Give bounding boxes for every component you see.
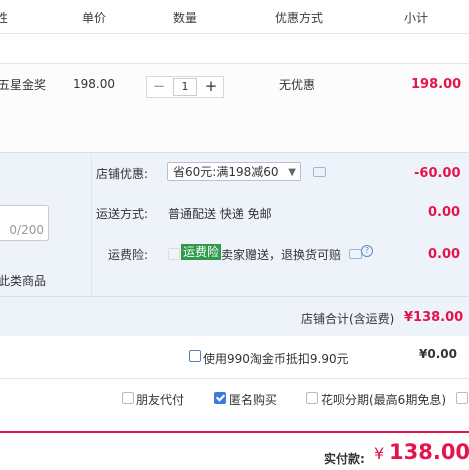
message-counter: 0/200 [9, 223, 44, 237]
header-discount: 优惠方式 [275, 11, 324, 25]
increase-button[interactable]: + [201, 77, 221, 97]
insurance-checkbox [168, 248, 180, 260]
item-subtotal: 198.00 [411, 77, 462, 92]
payment-currency: ¥ [374, 444, 385, 463]
shop-total-value: ¥138.00 [404, 310, 464, 325]
friend-pay-label: 朋友代付 [136, 393, 185, 407]
insurance-text: 卖家赠送，退换货可赔 [221, 248, 342, 262]
anonymous-label: 匿名购买 [229, 393, 278, 407]
table-header: 性 单价 数量 优惠方式 小计 [0, 0, 469, 33]
payment-label: 实付款: [324, 452, 365, 466]
friend-pay-checkbox[interactable] [122, 392, 134, 404]
quantity-input[interactable]: 1 [173, 78, 197, 96]
item-row [0, 64, 469, 152]
coin-amount: ¥0.00 [419, 347, 457, 361]
extra-checkbox[interactable] [456, 392, 468, 404]
payment-amount: 138.00 [389, 440, 469, 464]
huabei-checkbox[interactable] [306, 392, 318, 404]
help-icon[interactable]: ? [361, 245, 373, 257]
divider [0, 33, 469, 34]
coupon-select[interactable]: 省60元:满198减60 ▼ [167, 162, 301, 181]
divider [0, 296, 469, 297]
huabei-label: 花呗分期(最高6期免息) [321, 393, 446, 407]
divider [0, 378, 469, 379]
shipping-label: 运送方式: [96, 207, 149, 221]
message-icon[interactable] [313, 167, 326, 177]
similar-items-text: 此类商品 [0, 274, 47, 288]
column-divider [91, 152, 92, 296]
header-quantity: 数量 [173, 11, 198, 25]
item-name[interactable]: 五星金奖 [0, 76, 46, 93]
coupon-label: 店铺优惠: [96, 167, 149, 181]
shipping-amount: 0.00 [428, 205, 461, 220]
insurance-label: 运费险: [108, 248, 149, 262]
shipping-value: 普通配送 快递 免邮 [168, 207, 272, 221]
coupon-amount: -60.00 [414, 166, 461, 181]
payment-divider [0, 431, 469, 433]
insurance-amount: 0.00 [428, 247, 461, 262]
item-unit-price: 198.00 [73, 77, 115, 91]
header-unit-price: 单价 [82, 11, 107, 25]
coin-label: 使用990淘金币抵扣9.90元 [203, 352, 349, 366]
quantity-stepper: − 1 + [146, 76, 224, 98]
item-discount: 无优惠 [279, 78, 316, 92]
header-subtotal: 小计 [404, 11, 429, 25]
insurance-tag: 运费险 [181, 244, 222, 260]
coin-checkbox[interactable] [189, 350, 201, 362]
shop-total-label: 店铺合计(含运费) [301, 312, 395, 326]
chevron-down-icon: ▼ [288, 167, 296, 178]
divider [0, 152, 469, 153]
header-product: 性 [0, 11, 9, 25]
decrease-button[interactable]: − [149, 77, 169, 97]
message-textarea[interactable]: 0/200 [0, 205, 49, 241]
coupon-selected: 省60元:满198减60 [173, 165, 279, 179]
anonymous-checkbox[interactable] [214, 392, 226, 404]
